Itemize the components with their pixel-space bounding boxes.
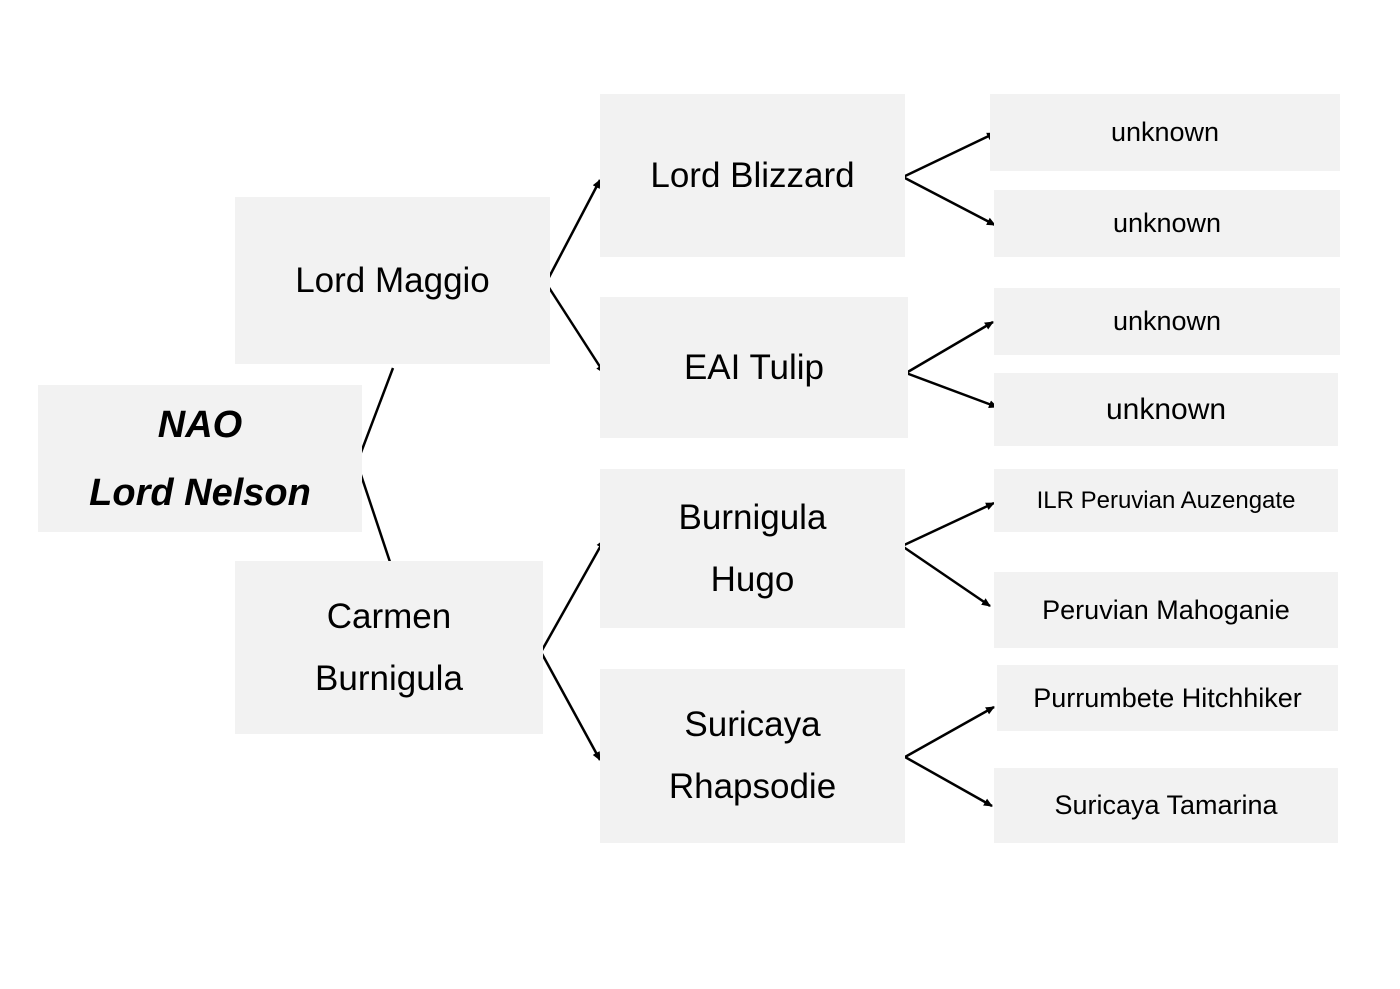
grandparent-box: Suricaya Rhapsodie — [600, 669, 905, 843]
great-grandparent-name: unknown — [1110, 117, 1220, 147]
arrow — [544, 282, 606, 374]
arrow — [901, 544, 991, 608]
arrow — [905, 371, 998, 409]
great-grandparent-box: ILR Peruvian Auzengate — [994, 469, 1338, 532]
great-grandparent-box: Suricaya Tamarina — [994, 768, 1338, 843]
great-grandparent-name: Suricaya Tamarina — [1054, 790, 1278, 820]
great-grandparent-name: Peruvian Mahoganie — [1042, 594, 1290, 625]
sire-box: Lord Maggio — [235, 197, 550, 364]
grandparent-box: Burnigula Hugo — [600, 469, 905, 628]
great-grandparent-box: unknown — [994, 373, 1338, 446]
arrow — [901, 501, 995, 548]
subject-name-line: NAO — [157, 403, 243, 446]
great-grandparent-box: unknown — [990, 94, 1340, 171]
great-grandparent-box: Purrumbete Hitchhiker — [997, 665, 1338, 731]
grandparent-name-line: Rhapsodie — [668, 767, 837, 806]
subject-box: NAO Lord Nelson — [38, 385, 362, 532]
subject-name-line: Lord Nelson — [89, 471, 311, 514]
arrow — [544, 179, 602, 284]
grandparent-name: EAI Tulip — [683, 347, 825, 387]
great-grandparent-box: unknown — [994, 190, 1340, 257]
arrow — [539, 539, 606, 653]
arrow — [904, 755, 993, 808]
great-grandparent-box: unknown — [994, 288, 1340, 355]
arrow — [539, 651, 602, 761]
dam-name-line: Carmen — [326, 596, 452, 636]
great-grandparent-name: Purrumbete Hitchhiker — [1033, 682, 1302, 713]
arrow — [902, 175, 996, 227]
great-grandparent-name: unknown — [1105, 392, 1227, 426]
sire-name: Lord Maggio — [295, 260, 490, 300]
dam-box: Carmen Burnigula — [235, 561, 543, 734]
subject-connector — [355, 367, 395, 566]
grandparent-name-line: Burnigula — [678, 497, 827, 537]
great-grandparent-name: ILR Peruvian Auzengate — [1036, 486, 1296, 514]
grandparent-name-line: Suricaya — [684, 705, 821, 744]
great-grandparent-box: Peruvian Mahoganie — [994, 572, 1338, 648]
grandparent-name: Lord Blizzard — [650, 155, 855, 195]
great-grandparent-name: unknown — [1112, 208, 1222, 238]
great-grandparent-name: unknown — [1112, 306, 1222, 336]
grandparent-name-line: Hugo — [710, 559, 795, 599]
arrow — [902, 131, 996, 179]
grandparent-box: Lord Blizzard — [600, 94, 905, 257]
arrow — [905, 320, 994, 375]
dam-name-line: Burnigula — [315, 658, 463, 698]
grandparent-box: EAI Tulip — [600, 297, 908, 438]
arrow — [904, 705, 995, 759]
